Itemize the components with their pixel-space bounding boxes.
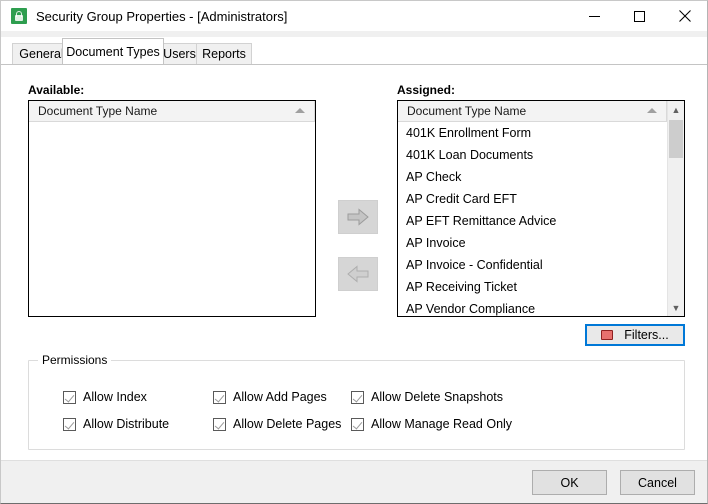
checkbox-allow-add-pages[interactable]: Allow Add Pages (213, 390, 327, 404)
window-controls (572, 1, 707, 31)
checkbox-allow-index[interactable]: Allow Index (63, 390, 147, 404)
assigned-column-header-label: Document Type Name (407, 104, 527, 118)
permissions-legend: Permissions (38, 353, 112, 367)
arrow-right-icon (347, 208, 369, 226)
arrow-left-icon (347, 265, 369, 283)
checkbox-icon[interactable] (213, 390, 226, 404)
assigned-item[interactable]: AP Invoice - Confidential (398, 254, 667, 276)
close-icon (678, 10, 691, 22)
assigned-scrollbar[interactable]: ▲ ▼ (667, 101, 684, 316)
assign-button[interactable] (338, 200, 378, 234)
window-title: Security Group Properties - [Administrat… (36, 8, 288, 24)
checkbox-allow-distribute[interactable]: Allow Distribute (63, 417, 169, 431)
permissions-group: Permissions Allow Index Allow Distribute… (28, 353, 685, 450)
assigned-item[interactable]: AP Check (398, 166, 667, 188)
sort-ascending-icon (295, 108, 305, 113)
title-bar: Security Group Properties - [Administrat… (1, 1, 707, 31)
sort-ascending-icon (647, 108, 657, 113)
checkbox-label: Allow Distribute (83, 417, 170, 431)
checkbox-allow-delete-pages[interactable]: Allow Delete Pages (213, 417, 341, 431)
scrollbar-thumb[interactable] (669, 120, 683, 158)
checkbox-icon[interactable] (63, 390, 76, 404)
available-listbox[interactable]: Document Type Name (28, 100, 316, 317)
assigned-column-header[interactable]: Document Type Name (398, 101, 667, 122)
assigned-label: Assigned: (397, 83, 456, 97)
minimize-button[interactable] (572, 1, 617, 31)
cancel-button[interactable]: Cancel (620, 470, 695, 495)
assigned-item[interactable]: AP EFT Remittance Advice (398, 210, 667, 232)
ok-button[interactable]: OK (532, 470, 607, 495)
available-column-header-label: Document Type Name (38, 104, 158, 118)
checkbox-icon[interactable] (213, 417, 226, 431)
maximize-button[interactable] (617, 1, 662, 31)
checkbox-label: Allow Manage Read Only (371, 417, 513, 431)
checkbox-label: Allow Add Pages (233, 390, 327, 404)
document-types-tab-panel: Available: Document Type Name Assigned: … (1, 64, 707, 460)
checkbox-icon[interactable] (351, 417, 364, 431)
checkbox-icon[interactable] (63, 417, 76, 431)
checkbox-label: Allow Index (83, 390, 147, 404)
dialog-footer: OK Cancel (1, 460, 707, 503)
close-button[interactable] (662, 1, 707, 31)
assigned-item[interactable]: AP Credit Card EFT (398, 188, 667, 210)
tab-users[interactable]: Users (158, 43, 201, 64)
minimize-icon (589, 15, 600, 17)
tab-strip: General Document Types Users Reports (1, 37, 707, 64)
security-group-properties-dialog: Security Group Properties - [Administrat… (0, 0, 708, 504)
unassign-button[interactable] (338, 257, 378, 291)
checkbox-icon[interactable] (351, 390, 364, 404)
filter-icon (601, 330, 614, 340)
assigned-item[interactable]: 401K Loan Documents (398, 144, 667, 166)
available-label: Available: (28, 83, 85, 97)
chevron-up-icon[interactable]: ▲ (668, 101, 684, 118)
tab-document-types[interactable]: Document Types (62, 38, 164, 64)
checkbox-label: Allow Delete Snapshots (371, 390, 504, 404)
checkbox-label: Allow Delete Pages (233, 417, 342, 431)
filters-button-label: Filters... (624, 328, 669, 342)
assigned-item[interactable]: AP Invoice (398, 232, 667, 254)
tab-reports-label: Reports (202, 47, 246, 61)
checkbox-allow-delete-snapshots[interactable]: Allow Delete Snapshots (351, 390, 503, 404)
available-column-header[interactable]: Document Type Name (29, 101, 315, 122)
assigned-item[interactable]: AP Receiving Ticket (398, 276, 667, 298)
tab-reports[interactable]: Reports (196, 43, 252, 64)
assigned-rows: 401K Enrollment Form 401K Loan Documents A… (398, 122, 667, 316)
cancel-button-label: Cancel (638, 475, 677, 490)
chevron-down-icon[interactable]: ▼ (668, 299, 684, 316)
assigned-listbox[interactable]: Document Type Name 401K Enrollment Form 4… (397, 100, 685, 317)
maximize-icon (634, 10, 645, 22)
ok-button-label: OK (560, 475, 579, 490)
filters-button[interactable]: Filters... (585, 324, 685, 346)
assigned-item[interactable]: AP Vendor Compliance (398, 298, 667, 316)
security-group-lock-icon (11, 8, 27, 24)
assigned-item[interactable]: 401K Enrollment Form (398, 122, 667, 144)
tab-general-label: General (19, 47, 64, 61)
checkbox-allow-manage-read-only[interactable]: Allow Manage Read Only (351, 417, 512, 431)
tab-document-types-label: Document Types (66, 44, 160, 59)
tab-users-label: Users (163, 47, 196, 61)
